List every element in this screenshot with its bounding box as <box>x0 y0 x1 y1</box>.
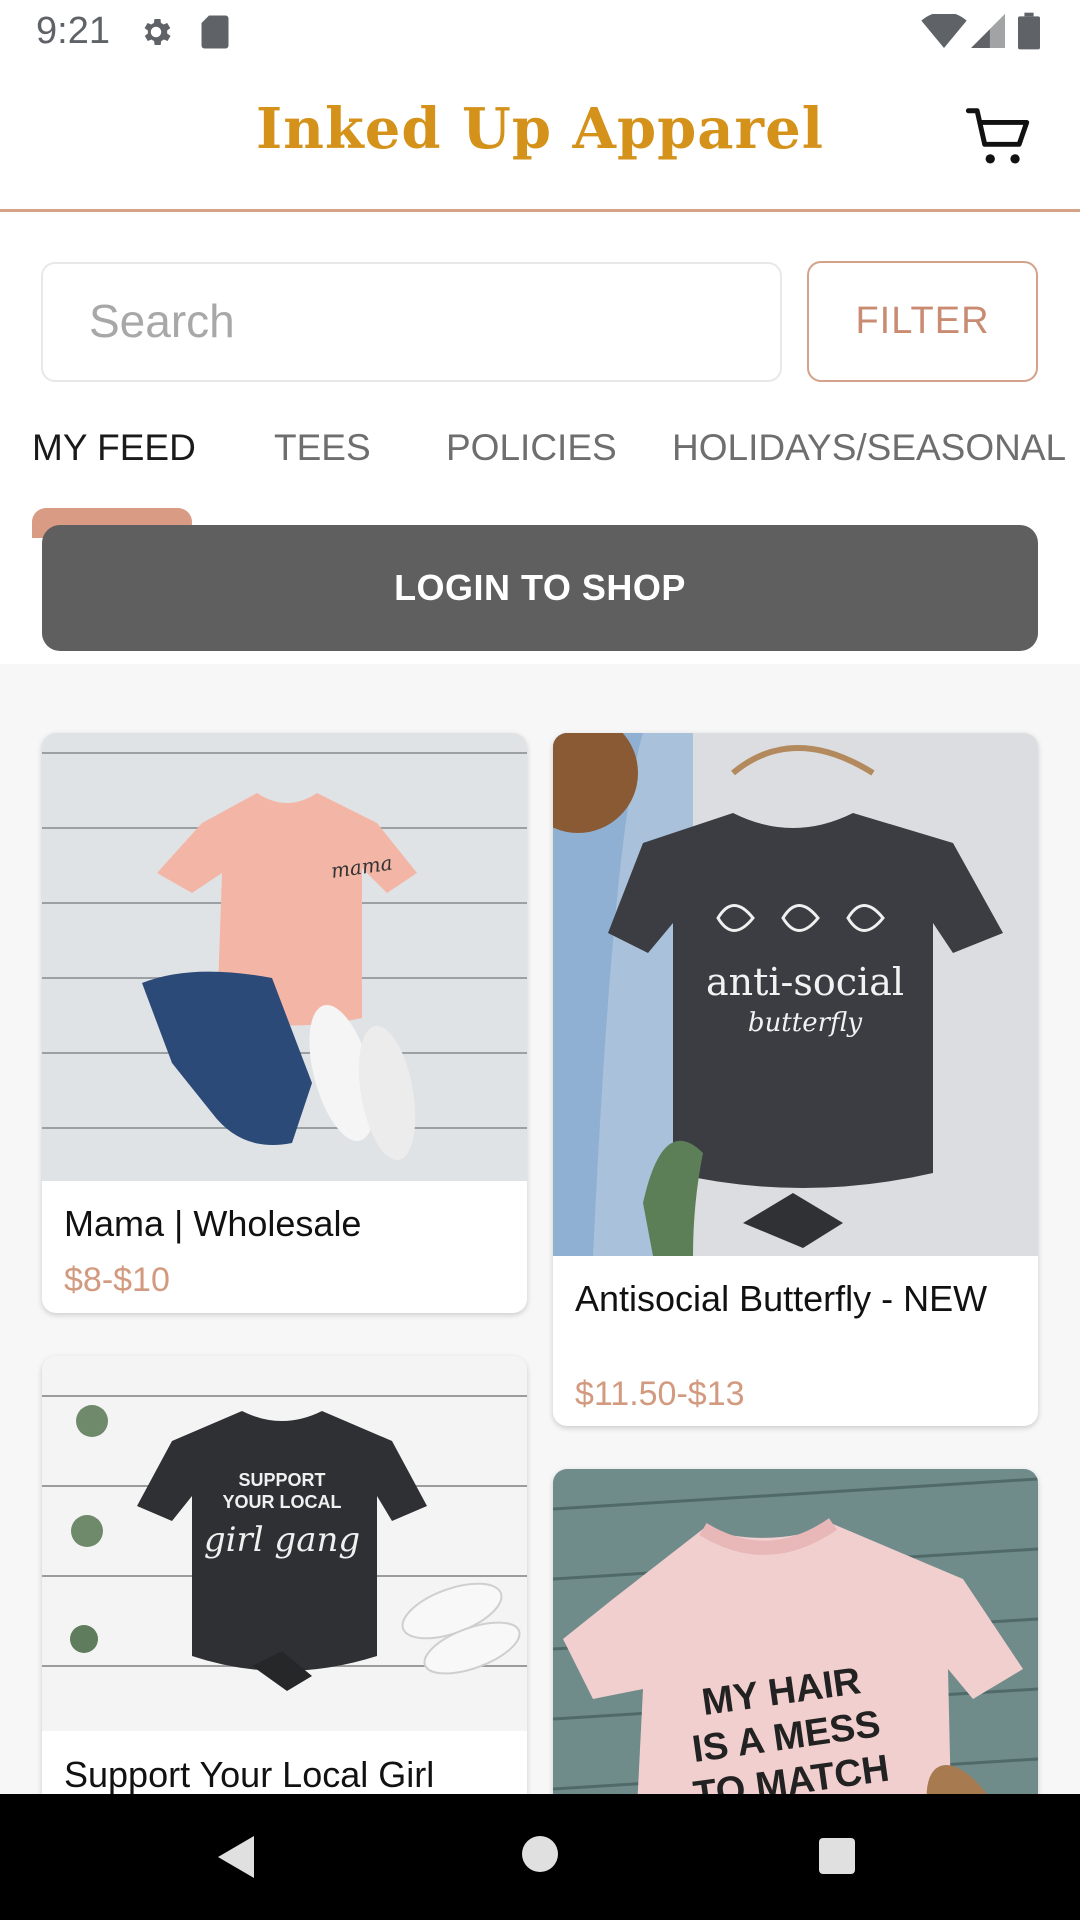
shirt-print-line-2: YOUR LOCAL <box>223 1492 342 1512</box>
product-image: SUPPORT YOUR LOCAL girl gang <box>42 1356 527 1731</box>
back-icon[interactable] <box>214 1834 258 1880</box>
tab-tees[interactable]: TEES <box>274 427 371 469</box>
login-to-shop-button[interactable]: LOGIN TO SHOP <box>42 525 1038 651</box>
search-input[interactable]: Search <box>41 262 782 382</box>
shirt-print-line-3: girl gang <box>204 1520 360 1560</box>
system-navigation-bar <box>0 1794 1080 1920</box>
tab-my-feed[interactable]: MY FEED <box>32 427 196 469</box>
tab-holidays-seasonal[interactable]: HOLIDAYS/SEASONAL <box>672 427 1066 469</box>
shirt-print-line-2: butterfly <box>748 1008 862 1038</box>
shirt-print-line-1: SUPPORT <box>238 1470 325 1490</box>
tab-policies[interactable]: POLICIES <box>446 427 617 469</box>
product-title: Antisocial Butterfly - NEW <box>575 1278 988 1319</box>
product-price: $11.50-$13 <box>575 1375 745 1413</box>
product-card[interactable]: anti-social butterfly Antisocial Butterf… <box>553 733 1038 1426</box>
brand-title: Inked Up Apparel <box>256 96 824 162</box>
category-tabs: MY FEED TEES POLICIES HOLIDAYS/SEASONAL <box>0 427 1080 497</box>
shirt-print-line-1: anti-social <box>706 960 904 1004</box>
home-icon[interactable] <box>520 1834 560 1874</box>
sd-card-icon <box>201 15 229 49</box>
product-image: anti-social butterfly <box>553 733 1038 1256</box>
app-header: Inked Up Apparel <box>0 64 1080 212</box>
filter-button[interactable]: FILTER <box>807 261 1038 382</box>
settings-icon <box>144 18 171 46</box>
cart-icon[interactable] <box>964 102 1034 172</box>
battery-icon <box>1018 12 1040 50</box>
status-bar: 9:21 <box>0 0 1080 64</box>
product-price: $8-$10 <box>64 1261 170 1299</box>
app-screen: 9:21 Inked Up Apparel Search FILTER MY F… <box>0 0 1080 1920</box>
product-card[interactable]: mama Mama | Wholesale $8-$10 <box>42 733 527 1313</box>
product-image: mama <box>42 733 527 1181</box>
wifi-icon <box>921 14 967 48</box>
top-controls: Search FILTER MY FEED TEES POLICIES HOLI… <box>0 212 1080 664</box>
status-time: 9:21 <box>36 10 110 52</box>
product-title: Mama | Wholesale <box>64 1203 362 1244</box>
cellular-signal-icon <box>971 14 1005 48</box>
search-placeholder: Search <box>89 295 235 347</box>
product-title: Support Your Local Girl <box>64 1754 435 1795</box>
recents-icon[interactable] <box>817 1836 857 1876</box>
